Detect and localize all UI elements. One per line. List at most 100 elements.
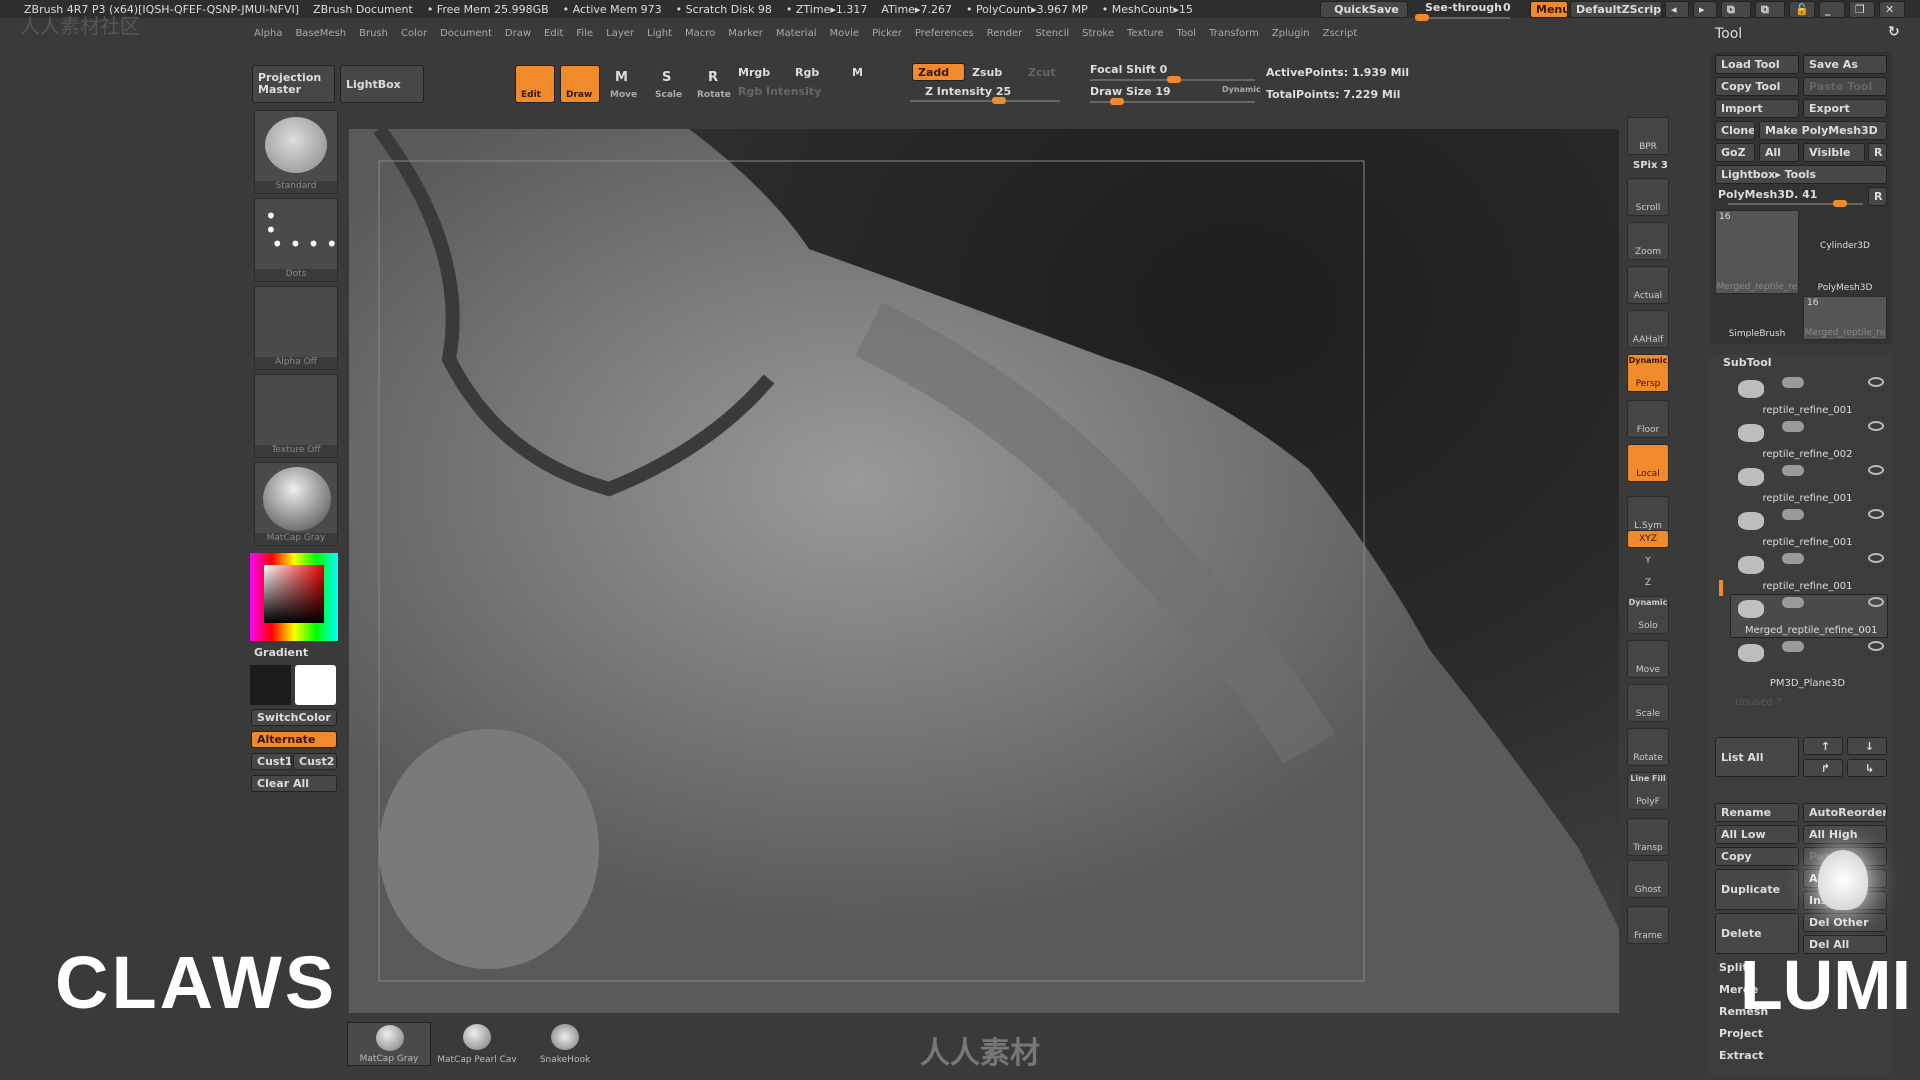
focal-shift-slider[interactable]: [1090, 76, 1255, 83]
shelf-lsym-button[interactable]: L.Sym: [1627, 496, 1669, 534]
scroll-right-icon[interactable]: ▸: [1693, 1, 1717, 18]
shelf-polyf-button[interactable]: Line Fill PolyF: [1627, 772, 1669, 810]
draw-button[interactable]: Draw: [560, 65, 600, 103]
copy-subtool-button[interactable]: Copy: [1715, 847, 1799, 866]
shelf-xyz-button[interactable]: XYZ: [1627, 530, 1669, 548]
duplicate-button[interactable]: Duplicate: [1715, 869, 1799, 910]
viewport-canvas[interactable]: [349, 129, 1619, 1013]
layout-right-icon[interactable]: ⧉: [1755, 1, 1785, 18]
zsub-button[interactable]: Zsub: [972, 66, 1002, 79]
project-section[interactable]: Project: [1719, 1027, 1763, 1040]
switch-color-button[interactable]: SwitchColor: [251, 709, 337, 726]
menu-transform[interactable]: Transform: [1209, 28, 1259, 39]
subtool-scrollbar[interactable]: [1719, 580, 1723, 596]
shelf-zoom-button[interactable]: Zoom: [1627, 222, 1669, 260]
menu-stroke[interactable]: Stroke: [1082, 28, 1114, 39]
material-slot[interactable]: MatCap Pearl Cav: [435, 1022, 519, 1066]
close-icon[interactable]: ✕: [1879, 1, 1905, 18]
menu-zplugin[interactable]: Zplugin: [1272, 28, 1310, 39]
shelf-local-button[interactable]: Local: [1627, 444, 1669, 482]
shelf-rotate-button[interactable]: Rotate: [1627, 728, 1669, 766]
eye-icon[interactable]: [1868, 597, 1884, 607]
mrgb-button[interactable]: Mrgb: [738, 66, 770, 79]
goz-button[interactable]: GoZ: [1715, 143, 1755, 162]
draw-size-slider[interactable]: [1090, 98, 1255, 105]
menu-movie[interactable]: Movie: [829, 28, 859, 39]
load-tool-button[interactable]: Load Tool: [1715, 55, 1799, 74]
menu-color[interactable]: Color: [401, 28, 427, 39]
tool-thumbnail[interactable]: PolyMesh3D: [1803, 254, 1887, 294]
zcut-button[interactable]: Zcut: [1028, 66, 1056, 79]
tool-thumbnail[interactable]: SimpleBrush: [1715, 296, 1799, 340]
material-selector[interactable]: MatCap Gray: [254, 462, 338, 546]
paste-tool-button[interactable]: Paste Tool: [1803, 77, 1887, 96]
shelf-floor-button[interactable]: Floor: [1627, 400, 1669, 438]
eye-icon[interactable]: [1868, 421, 1884, 431]
zadd-button[interactable]: Zadd: [912, 63, 965, 81]
lightbox-tools-button[interactable]: Lightbox▸ Tools: [1715, 165, 1887, 184]
all-high-button[interactable]: All High: [1803, 825, 1887, 844]
spix-label[interactable]: SPix 3: [1633, 160, 1668, 171]
list-all-button[interactable]: List All: [1715, 737, 1799, 777]
shelf-bpr-button[interactable]: BPR: [1627, 117, 1669, 155]
goz-all-button[interactable]: All: [1759, 143, 1799, 162]
menu-file[interactable]: File: [576, 28, 593, 39]
menu-draw[interactable]: Draw: [505, 28, 531, 39]
menu-edit[interactable]: Edit: [544, 28, 563, 39]
stroke-selector[interactable]: • • • • • • Dots: [254, 198, 338, 282]
menu-render[interactable]: Render: [987, 28, 1023, 39]
arrow-up-icon[interactable]: ↑: [1803, 737, 1843, 755]
tool-slider[interactable]: [1728, 200, 1863, 207]
move-up-right-icon[interactable]: ↱: [1803, 759, 1843, 777]
shelf-y-button[interactable]: Y: [1627, 553, 1669, 573]
lightbox-button[interactable]: LightBox: [340, 65, 424, 103]
polypaint-toggle-icon[interactable]: [1782, 465, 1804, 476]
menu-basemesh[interactable]: BaseMesh: [295, 28, 346, 39]
export-button[interactable]: Export: [1803, 99, 1887, 118]
reset-icon[interactable]: ↻: [1888, 24, 1900, 40]
tool-thumbnail[interactable]: 16 Merged_reptile_re: [1715, 210, 1799, 294]
z-intensity-slider[interactable]: [910, 97, 1060, 104]
shelf-ghost-button[interactable]: Ghost: [1627, 860, 1669, 898]
material-slot[interactable]: MatCap Gray: [347, 1022, 431, 1066]
rgb-button[interactable]: Rgb: [795, 66, 819, 79]
eye-icon[interactable]: [1868, 465, 1884, 475]
menu-marker[interactable]: Marker: [728, 28, 763, 39]
menu-texture[interactable]: Texture: [1127, 28, 1164, 39]
gradient-toggle[interactable]: Gradient: [254, 646, 308, 659]
eye-icon[interactable]: [1868, 641, 1884, 651]
projection-master-button[interactable]: Projection Master: [252, 65, 335, 103]
clear-all-button[interactable]: Clear All: [251, 775, 337, 792]
polypaint-toggle-icon[interactable]: [1782, 377, 1804, 388]
import-button[interactable]: Import: [1715, 99, 1799, 118]
shelf-move-button[interactable]: Move: [1627, 640, 1669, 678]
menu-document[interactable]: Document: [440, 28, 492, 39]
autoreorder-button[interactable]: AutoReorder: [1803, 803, 1887, 822]
del-other-button[interactable]: Del Other: [1803, 913, 1887, 932]
minimize-icon[interactable]: _: [1819, 1, 1845, 18]
menus-button[interactable]: Menus: [1530, 1, 1568, 18]
goz-visible-button[interactable]: Visible: [1803, 143, 1865, 162]
secondary-color-swatch[interactable]: [295, 665, 336, 705]
move-down-right-icon[interactable]: ↳: [1847, 759, 1887, 777]
rotate-button[interactable]: Rotate: [697, 90, 731, 100]
polypaint-toggle-icon[interactable]: [1782, 597, 1804, 608]
copy-tool-button[interactable]: Copy Tool: [1715, 77, 1799, 96]
texture-selector[interactable]: Texture Off: [254, 374, 338, 458]
cust2-button[interactable]: Cust2: [293, 753, 337, 770]
alpha-selector[interactable]: Alpha Off: [254, 286, 338, 370]
shelf-frame-button[interactable]: Frame: [1627, 906, 1669, 944]
scroll-left-icon[interactable]: ◂: [1665, 1, 1689, 18]
make-polymesh-button[interactable]: Make PolyMesh3D: [1759, 121, 1887, 140]
menu-tool[interactable]: Tool: [1177, 28, 1196, 39]
save-as-button[interactable]: Save As: [1803, 55, 1887, 74]
eye-icon[interactable]: [1868, 553, 1884, 563]
color-square[interactable]: [264, 565, 324, 623]
menu-zscript[interactable]: Zscript: [1323, 28, 1358, 39]
m-button[interactable]: M: [852, 66, 863, 79]
polypaint-toggle-icon[interactable]: [1782, 421, 1804, 432]
shelf-scale-button[interactable]: Scale: [1627, 684, 1669, 722]
menu-brush[interactable]: Brush: [359, 28, 388, 39]
arrow-down-icon[interactable]: ↓: [1847, 737, 1887, 755]
polypaint-toggle-icon[interactable]: [1782, 641, 1804, 652]
